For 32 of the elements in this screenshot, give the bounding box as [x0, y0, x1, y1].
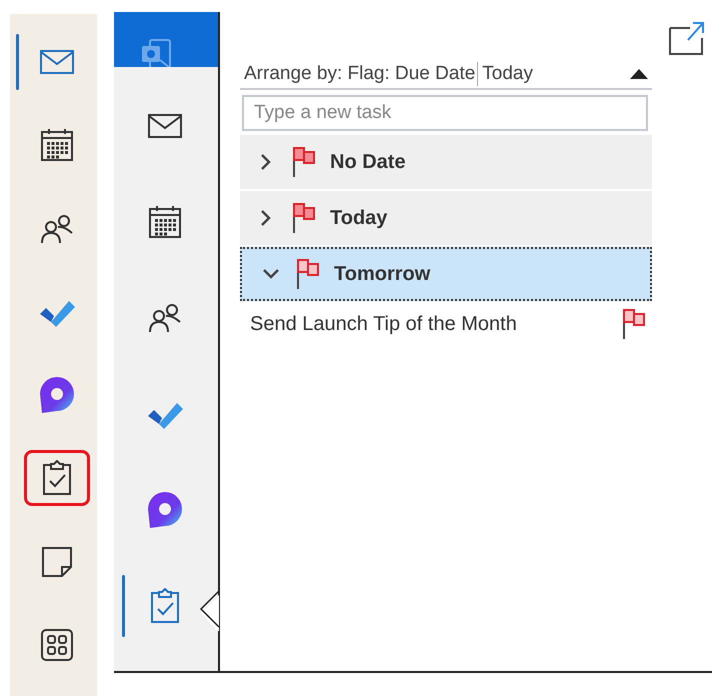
sort-triangle-icon[interactable]: [630, 69, 648, 79]
arrange-by-label[interactable]: Arrange by: Flag: Due Date: [240, 62, 478, 86]
task-subject: Send Launch Tip of the Month: [250, 312, 517, 337]
loop-icon: [38, 375, 76, 415]
flag-icon: [296, 259, 320, 289]
new-task-field[interactable]: Type a new task: [242, 95, 648, 131]
chevron-down-icon[interactable]: [262, 268, 280, 280]
note-icon: [41, 546, 73, 578]
calendar-icon: [40, 128, 74, 162]
group-label: Tomorrow: [334, 262, 430, 287]
chevron-right-icon[interactable]: [260, 209, 272, 227]
group-header[interactable]: Today: [240, 191, 652, 245]
clipboard-check-icon: [150, 588, 180, 624]
task-row[interactable]: Send Launch Tip of the Month: [240, 301, 652, 347]
loop-icon: [146, 490, 184, 530]
group-header[interactable]: No Date: [240, 135, 652, 189]
group-header[interactable]: Tomorrow: [240, 247, 652, 301]
apps-icon: [41, 628, 73, 661]
flag-icon: [292, 203, 316, 233]
clipboard-check-icon: [42, 460, 72, 496]
people-icon: [147, 303, 183, 333]
calendar-icon: [148, 205, 182, 239]
group-label: No Date: [330, 150, 406, 175]
mail-icon: [40, 50, 74, 74]
arrange-value[interactable]: Today: [478, 62, 533, 86]
people-icon: [39, 214, 75, 244]
flag-icon: [622, 309, 646, 339]
pop-out-icon[interactable]: [668, 20, 706, 56]
chevron-right-icon[interactable]: [260, 153, 272, 171]
group-label: Today: [330, 206, 388, 231]
flag-icon: [292, 147, 316, 177]
mail-icon: [148, 114, 182, 138]
